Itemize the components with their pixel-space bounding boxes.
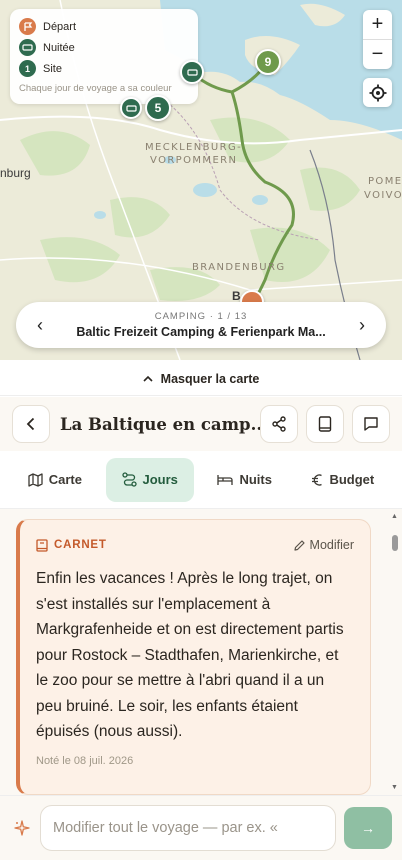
- campsite-name: Baltic Freizeit Camping & Ferienpark Ma.…: [76, 325, 326, 339]
- scrollbar-thumb[interactable]: [392, 535, 398, 551]
- map-pin-site[interactable]: 5: [145, 95, 171, 121]
- bed-icon: [186, 68, 198, 76]
- previous-campsite-button[interactable]: ‹: [30, 315, 50, 336]
- hide-map-label: Masquer la carte: [160, 371, 260, 386]
- scroll-up-arrow-icon[interactable]: ▲: [391, 513, 398, 520]
- locate-button[interactable]: [363, 78, 392, 107]
- trip-header: La Baltique en camp...: [0, 397, 402, 451]
- legend-item-site: 1 Site: [19, 58, 189, 79]
- locate-icon: [369, 84, 386, 101]
- edit-note-button[interactable]: Modifier: [293, 538, 354, 552]
- legend-label: Départ: [43, 20, 77, 33]
- tab-carte[interactable]: Carte: [12, 458, 98, 502]
- legend-label: Nuitée: [43, 41, 75, 54]
- notebook-button[interactable]: [306, 405, 344, 443]
- share-button[interactable]: [260, 405, 298, 443]
- journal-kicker-label: CARNET: [54, 539, 107, 551]
- zoom-out-button[interactable]: −: [363, 40, 392, 69]
- tab-budget[interactable]: Budget: [295, 458, 390, 502]
- map-region-label: VOIVO: [364, 190, 402, 201]
- trip-edit-input-box[interactable]: [40, 805, 336, 851]
- journal-kicker: CARNET: [36, 538, 107, 552]
- trip-edit-input[interactable]: [53, 820, 323, 836]
- book-icon: [36, 538, 48, 552]
- flag-icon: [19, 18, 36, 35]
- tab-label: Jours: [142, 472, 178, 487]
- tab-label: Carte: [48, 472, 82, 487]
- pencil-icon: [293, 539, 305, 551]
- back-button[interactable]: [12, 405, 50, 443]
- trip-tabs: Carte Jours Nuits Budget: [0, 451, 402, 509]
- ai-composer: →: [0, 795, 402, 860]
- scroll-down-arrow-icon[interactable]: ▼: [391, 784, 398, 791]
- trip-title: La Baltique en camp...: [60, 414, 260, 434]
- next-campsite-button[interactable]: ›: [352, 315, 372, 336]
- map-region-label: VORPOMMERN: [150, 155, 238, 166]
- map-pin-bed[interactable]: [120, 97, 142, 119]
- route-icon: [121, 472, 137, 487]
- campsite-counter: CAMPING · 1 / 13: [154, 311, 248, 322]
- legend-label: Site: [43, 62, 62, 75]
- arrow-right-icon: →: [361, 820, 375, 836]
- chevron-left-icon: [26, 417, 35, 431]
- euro-icon: [312, 473, 323, 486]
- bed-icon: [125, 104, 137, 112]
- tab-jours[interactable]: Jours: [105, 457, 194, 502]
- tab-nuits[interactable]: Nuits: [201, 458, 288, 502]
- legend-note: Chaque jour de voyage a sa couleur: [19, 83, 172, 94]
- locate-control: [363, 78, 392, 107]
- zoom-controls: + −: [363, 10, 392, 69]
- campsite-info: CAMPING · 1 / 13 Baltic Freizeit Camping…: [76, 311, 325, 339]
- map-city-label: nburg: [0, 166, 31, 180]
- comments-button[interactable]: [352, 405, 390, 443]
- book-icon: [318, 416, 332, 432]
- map-region-label: MECKLENBURG-: [145, 142, 243, 153]
- site-number-icon: 1: [19, 60, 36, 77]
- bed-icon: [217, 474, 234, 485]
- share-icon: [272, 416, 286, 432]
- zoom-in-button[interactable]: +: [363, 10, 392, 39]
- legend-item-nuitee: Nuitée: [19, 37, 189, 58]
- tab-label: Nuits: [239, 472, 272, 487]
- map-icon: [28, 472, 43, 487]
- campsite-carousel-card[interactable]: ‹ CAMPING · 1 / 13 Baltic Freizeit Campi…: [16, 302, 386, 348]
- edit-note-label: Modifier: [309, 538, 354, 552]
- journal-note-date: Noté le 08 juil. 2026: [36, 754, 134, 767]
- chevron-up-icon: [143, 375, 153, 382]
- tab-label: Budget: [329, 472, 375, 487]
- map-region-label: POME: [368, 176, 402, 187]
- journal-note-text: Enfin les vacances ! Après le long traje…: [36, 570, 344, 740]
- send-button[interactable]: →: [344, 807, 392, 849]
- map-view[interactable]: MECKLENBURG- VORPOMMERN BRANDENBURG POME…: [0, 0, 402, 360]
- map-region-label: BRANDENBURG: [192, 262, 286, 273]
- map-pin-bed[interactable]: [180, 60, 204, 84]
- map-city-label: B: [232, 289, 241, 303]
- hide-map-button[interactable]: Masquer la carte: [0, 362, 402, 396]
- day-content[interactable]: CARNET Modifier Enfin les vacances ! Apr…: [0, 509, 402, 795]
- legend-item-depart: Départ: [19, 16, 189, 37]
- sparkle-icon: [10, 819, 34, 837]
- content-scrollbar[interactable]: ▲ ▼: [390, 509, 400, 795]
- bed-icon: [19, 39, 36, 56]
- journal-note-card: CARNET Modifier Enfin les vacances ! Apr…: [16, 519, 371, 795]
- map-legend: Départ Nuitée 1 Site Chaque jour de voya…: [10, 9, 198, 104]
- map-pin-site[interactable]: 9: [255, 49, 281, 75]
- message-icon: [364, 417, 378, 431]
